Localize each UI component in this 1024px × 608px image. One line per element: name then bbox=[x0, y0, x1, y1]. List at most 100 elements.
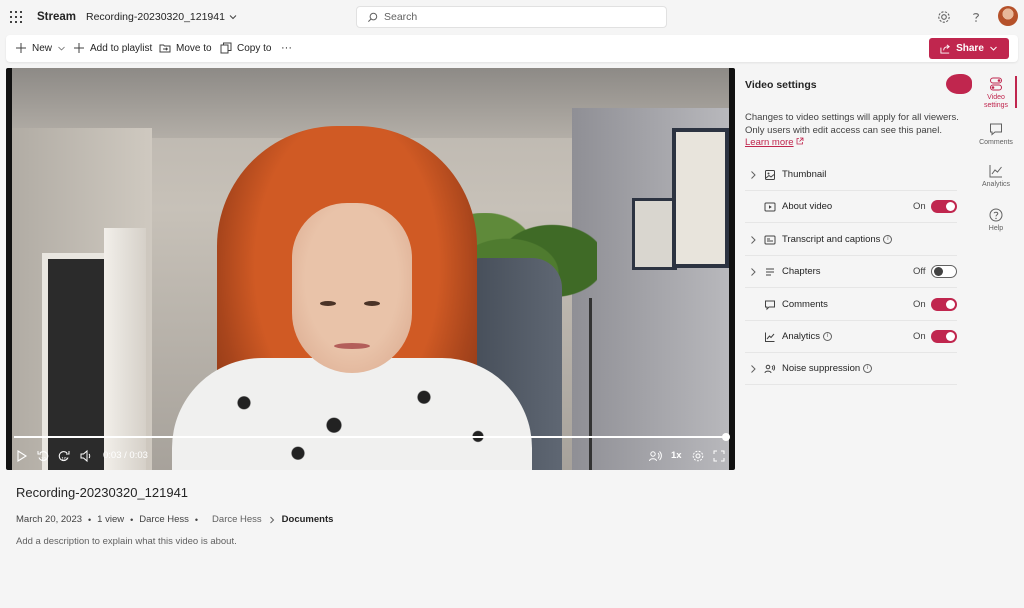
settings-row-label: Noise suppression i bbox=[782, 363, 873, 375]
settings-row-label: Transcript and captions i bbox=[782, 233, 893, 245]
command-bar: New Add to playlist Move to Copy to ··· … bbox=[6, 35, 1018, 62]
settings-row[interactable]: Transcript and captions i bbox=[745, 224, 957, 256]
rail-video-settings-label: Video settings bbox=[983, 94, 1009, 109]
settings-row-text: Thumbnail bbox=[782, 169, 827, 180]
panel-note: Changes to video settings will apply for… bbox=[745, 112, 960, 150]
more-options-button[interactable]: ··· bbox=[281, 42, 292, 54]
image-icon bbox=[765, 170, 775, 180]
video-player[interactable]: 10 10 0:03 / 0:03 1x bbox=[6, 68, 735, 470]
search-input[interactable]: Search bbox=[384, 11, 417, 23]
app-name[interactable]: Stream bbox=[37, 11, 76, 23]
search-icon bbox=[368, 12, 378, 22]
copy-to-label: Copy to bbox=[237, 42, 272, 54]
pointer-marker bbox=[946, 74, 972, 94]
file-title-dropdown[interactable]: Recording-20230320_121941 bbox=[86, 11, 237, 23]
chevron-right-icon[interactable] bbox=[749, 170, 757, 180]
avatar[interactable] bbox=[998, 6, 1018, 26]
comment-icon bbox=[990, 123, 1002, 136]
svg-text:10: 10 bbox=[41, 456, 47, 461]
settings-row[interactable]: Thumbnail bbox=[745, 159, 957, 191]
settings-row-label: Analytics i bbox=[782, 331, 833, 342]
settings-toggle[interactable] bbox=[931, 265, 957, 279]
video-icon bbox=[764, 202, 776, 212]
settings-row-state: On bbox=[913, 201, 926, 213]
panel-title: Video settings bbox=[745, 79, 817, 91]
rail-analytics[interactable]: Analytics bbox=[976, 163, 1016, 189]
captions-icon[interactable] bbox=[648, 449, 662, 463]
settings-row-text: Chapters bbox=[782, 266, 821, 278]
file-title: Recording-20230320_121941 bbox=[86, 11, 225, 23]
gear-icon[interactable] bbox=[936, 9, 952, 25]
settings-row: Comments On bbox=[745, 289, 957, 321]
info-icon[interactable]: i bbox=[863, 364, 873, 374]
fullscreen-icon[interactable] bbox=[712, 449, 726, 463]
settings-row-text: About video bbox=[782, 201, 833, 213]
video-author[interactable]: Darce Hess bbox=[139, 514, 189, 525]
video-date: March 20, 2023 bbox=[16, 514, 83, 525]
learn-more-link[interactable]: Learn more bbox=[745, 137, 794, 148]
video-title: Recording-20230320_121941 bbox=[16, 485, 189, 500]
settings-row-text: Noise suppression bbox=[782, 363, 861, 375]
progress-fill bbox=[14, 436, 726, 438]
settings-toggle[interactable] bbox=[931, 330, 957, 343]
noise-icon bbox=[764, 365, 776, 374]
breadcrumb-folder[interactable]: Documents bbox=[282, 514, 334, 525]
chevron-right-icon[interactable] bbox=[749, 364, 757, 374]
progress-bar[interactable] bbox=[14, 433, 730, 441]
chevron-down-icon bbox=[229, 15, 237, 20]
settings-row-label: About video bbox=[782, 201, 832, 212]
copy-icon bbox=[220, 42, 232, 54]
rail-comments[interactable]: Comments bbox=[976, 121, 1016, 147]
copy-to-button[interactable]: Copy to bbox=[220, 42, 271, 54]
breadcrumb-owner[interactable]: Darce Hess bbox=[212, 514, 262, 525]
move-to-button[interactable]: Move to bbox=[159, 42, 212, 54]
search-box[interactable]: Search bbox=[356, 6, 667, 28]
help-icon bbox=[989, 208, 1003, 222]
info-icon[interactable]: i bbox=[823, 332, 833, 341]
svg-text:10: 10 bbox=[62, 456, 68, 461]
waffle-icon[interactable] bbox=[10, 11, 22, 23]
settings-row: Analytics i On bbox=[745, 321, 957, 353]
play-icon[interactable] bbox=[15, 449, 29, 463]
video-frame bbox=[12, 68, 729, 470]
toggles-icon bbox=[990, 77, 1002, 91]
share-button[interactable]: Share bbox=[929, 38, 1009, 59]
help-icon[interactable] bbox=[968, 9, 984, 25]
chevron-right-icon bbox=[269, 516, 274, 523]
settings-row[interactable]: Chapters Off bbox=[745, 256, 957, 289]
playback-speed[interactable]: 1x bbox=[671, 450, 682, 461]
description-field[interactable]: Add a description to explain what this v… bbox=[16, 536, 237, 547]
new-button[interactable]: New bbox=[15, 42, 66, 54]
settings-icon[interactable] bbox=[691, 449, 705, 463]
list-icon bbox=[766, 268, 774, 276]
settings-row-label: Chapters bbox=[782, 266, 821, 277]
chevron-right-icon[interactable] bbox=[749, 235, 757, 245]
settings-row-state: On bbox=[913, 331, 926, 342]
volume-icon[interactable] bbox=[79, 449, 93, 463]
rail-video-settings[interactable]: Video settings bbox=[976, 76, 1016, 110]
settings-row[interactable]: Noise suppression i bbox=[745, 353, 957, 386]
rail-analytics-label: Analytics bbox=[981, 181, 1010, 188]
settings-toggle[interactable] bbox=[931, 297, 957, 311]
transcript-icon bbox=[764, 235, 776, 245]
settings-toggle[interactable] bbox=[931, 200, 957, 214]
rewind-icon[interactable]: 10 bbox=[36, 449, 50, 463]
settings-row-state: On bbox=[913, 298, 926, 310]
forward-icon[interactable]: 10 bbox=[57, 449, 71, 463]
chevron-right-icon[interactable] bbox=[749, 267, 757, 277]
move-to-label: Move to bbox=[176, 42, 212, 54]
add-to-playlist-button[interactable]: Add to playlist bbox=[73, 42, 152, 54]
progress-handle[interactable] bbox=[722, 433, 730, 441]
chart-icon bbox=[989, 165, 1002, 178]
plus-icon bbox=[74, 43, 84, 53]
settings-row: About video On bbox=[745, 191, 957, 224]
video-meta: March 20, 2023 • 1 view • Darce Hess • D… bbox=[16, 514, 334, 525]
view-count: 1 view bbox=[97, 514, 125, 525]
settings-row-label: Thumbnail bbox=[782, 169, 826, 180]
panel-note-text: Changes to video settings will apply for… bbox=[745, 112, 959, 136]
info-icon[interactable]: i bbox=[883, 234, 893, 244]
settings-row-text: Comments bbox=[782, 298, 828, 310]
new-label: New bbox=[32, 42, 53, 54]
rail-help[interactable]: Help bbox=[976, 207, 1016, 233]
settings-row-text: Transcript and captions bbox=[782, 233, 881, 245]
